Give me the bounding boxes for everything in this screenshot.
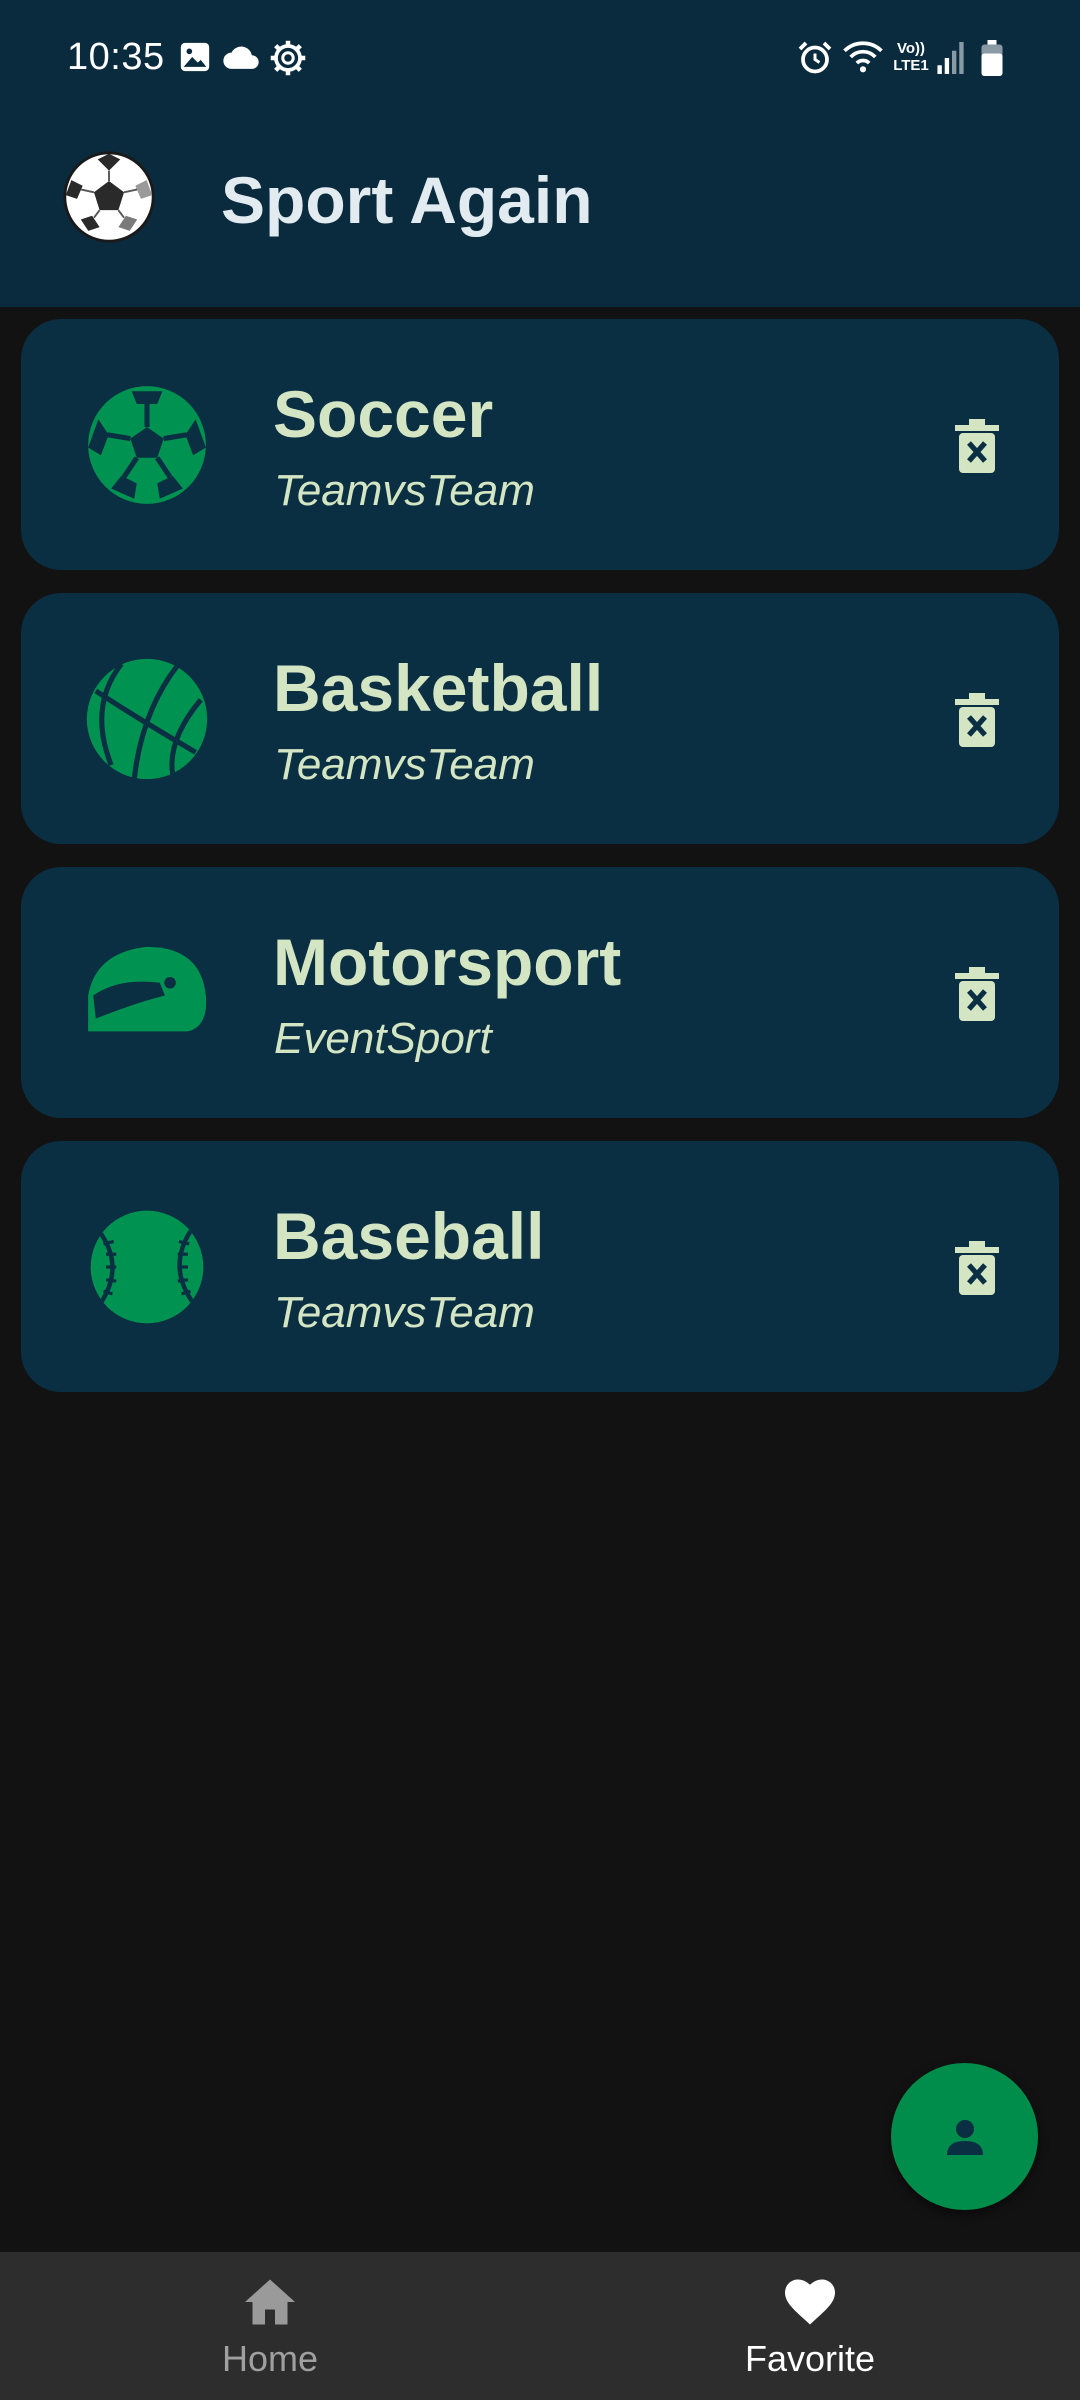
sport-name: Basketball [273,651,604,725]
cloud-icon [223,46,259,69]
delete-button[interactable] [941,684,1013,756]
top-area: 10:35 Vo)) LTE1 Sport Again [0,0,1080,307]
delete-icon [955,419,999,473]
network-type-label: Vo)) LTE1 [889,40,933,74]
lte-label: LTE1 [893,57,929,74]
nav-label-home: Home [221,2338,319,2379]
signal-icon [937,42,964,74]
status-time: 10:35 [67,36,165,78]
heart-icon [785,2279,835,2325]
sport-type: EventSport [274,1014,492,1063]
home-icon [245,2279,295,2325]
delete-button[interactable] [941,1232,1013,1304]
sport-type: TeamvsTeam [274,740,535,789]
sport-card-baseball[interactable]: Baseball TeamvsTeam [21,1141,1059,1392]
favorite-sports-list: Soccer TeamvsTeam Basketball TeamvsTeam … [21,319,1059,1415]
soccer-ball-icon [88,386,206,504]
soccer-ball-logo-icon [63,151,155,243]
app-screen: 10:35 Vo)) LTE1 Sport Again Soccer Teamv… [0,0,1080,2400]
gallery-icon [180,42,210,72]
baseball-icon [90,1210,204,1324]
delete-icon [955,1241,999,1295]
sport-card-basketball[interactable]: Basketball TeamvsTeam [21,593,1059,844]
racing-helmet-icon [88,946,207,1032]
wifi-icon [843,41,883,73]
sport-card-motorsport[interactable]: Motorsport EventSport [21,867,1059,1118]
status-bar: 10:35 Vo)) LTE1 [0,0,1080,120]
sport-name: Baseball [273,1199,545,1273]
sport-type: TeamvsTeam [274,1288,535,1337]
person-icon [946,2119,983,2155]
delete-icon [955,967,999,1021]
nav-item-favorite[interactable]: Favorite [540,2252,1080,2400]
sport-card-soccer[interactable]: Soccer TeamvsTeam [21,319,1059,570]
nav-item-home[interactable]: Home [0,2252,540,2400]
nav-label-favorite: Favorite [744,2338,876,2379]
profile-fab-button[interactable] [891,2063,1038,2210]
battery-icon [981,40,1003,76]
alarm-icon [798,41,832,74]
sport-name: Soccer [273,377,494,451]
delete-button[interactable] [941,410,1013,482]
bottom-navigation: Home Favorite [0,2252,1080,2400]
settings-gear-icon [270,40,306,76]
app-bar: Sport Again [0,120,1080,307]
delete-button[interactable] [941,958,1013,1030]
app-title: Sport Again [221,163,593,237]
volte-label: Vo)) [896,40,926,57]
sport-type: TeamvsTeam [274,466,535,515]
delete-icon [955,693,999,747]
basketball-icon [86,658,208,780]
sport-name: Motorsport [273,925,622,999]
